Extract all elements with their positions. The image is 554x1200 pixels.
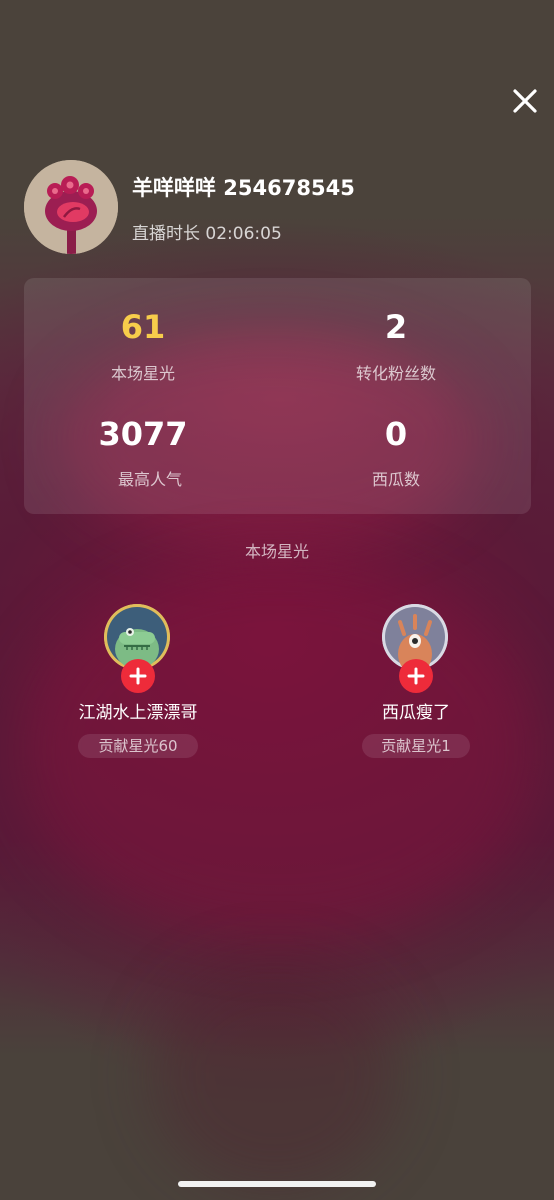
contributors-title: 本场星光 [244, 542, 309, 561]
contribution-badge: 贡献星光1 [362, 734, 470, 758]
streamer-avatar[interactable] [24, 160, 118, 254]
close-button[interactable] [510, 86, 540, 116]
max-popularity-label: 最高人气 [117, 470, 182, 489]
contributor-name[interactable]: 江湖水上漂漂哥 [38, 698, 238, 723]
contributor-name[interactable]: 西瓜瘦了 [316, 698, 516, 723]
plus-icon [129, 667, 147, 685]
flower-character-avatar-icon [24, 160, 118, 254]
live-stats-panel: 61 本场星光 2 转化粉丝数 3077 最高人气 0 西瓜数 [24, 278, 531, 514]
max-popularity-value: 3077 [98, 415, 188, 453]
follow-button[interactable] [121, 659, 155, 693]
watermelon-count-label: 西瓜数 [371, 470, 420, 489]
plus-icon [407, 667, 425, 685]
star-count-value: 61 [120, 308, 166, 346]
close-icon [513, 89, 537, 113]
contribution-badge: 贡献星光60 [78, 734, 198, 758]
live-duration: 直播时长 02:06:05 [132, 224, 282, 244]
fans-converted-label: 转化粉丝数 [355, 364, 436, 383]
star-count-label: 本场星光 [110, 364, 175, 383]
follow-button[interactable] [399, 659, 433, 693]
home-indicator[interactable] [178, 1181, 376, 1187]
watermelon-count-value: 0 [384, 415, 408, 453]
streamer-name-and-id: 羊咩咩咩 254678545 [132, 176, 355, 200]
fans-converted-value: 2 [384, 308, 408, 346]
